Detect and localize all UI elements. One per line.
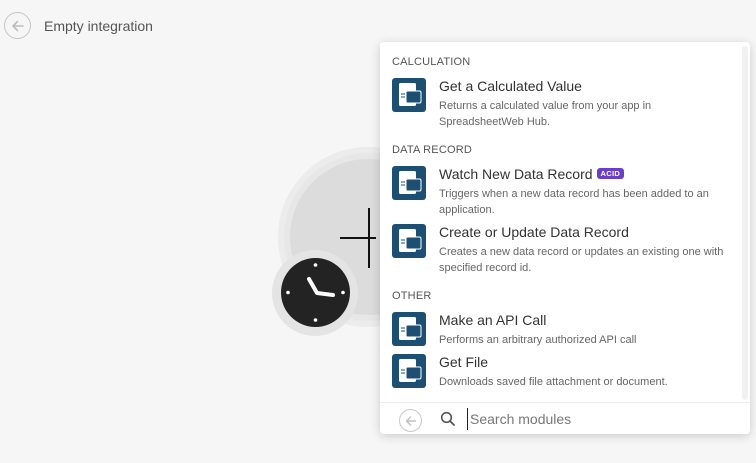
module-description: Downloads saved file attachment or docum… [439,376,668,388]
module-description: Creates a new data record or updates an … [439,246,724,274]
clock-icon [281,258,350,327]
module-title: Watch New Data Record ACID [439,166,625,182]
section-label-calculation: CALCULATION [392,56,471,68]
module-title: Create or Update Data Record [439,224,629,240]
schedule-trigger-button[interactable] [281,258,350,327]
section-label-data-record: DATA RECORD [392,144,473,156]
module-item-watch-new-data-record[interactable]: Watch New Data Record ACID Triggers when … [380,166,742,216]
acid-badge: ACID [596,168,625,179]
scrollbar[interactable] [742,46,748,400]
spreadsheetweb-icon [392,78,426,112]
search-icon [440,411,456,427]
back-button[interactable] [4,12,31,39]
search-modules-input[interactable] [467,408,737,430]
module-picker-panel: CALCULATION Get a Calculated Value Retur… [380,42,750,434]
module-description: Returns a calculated value from your app… [439,100,652,128]
module-item-get-file[interactable]: Get File Downloads saved file attachment… [380,354,742,390]
module-title: Get a Calculated Value [439,78,582,94]
module-description: Performs an arbitrary authorized API cal… [439,334,637,346]
module-item-create-or-update-data-record[interactable]: Create or Update Data Record Creates a n… [380,224,742,274]
spreadsheetweb-icon [392,354,426,388]
module-item-make-api-call[interactable]: Make an API Call Performs an arbitrary a… [380,312,742,348]
spreadsheetweb-icon [392,224,426,258]
spreadsheetweb-icon [392,312,426,346]
panel-back-button[interactable] [399,409,422,432]
section-label-other: OTHER [392,290,432,302]
arrow-left-icon [11,20,24,31]
plus-icon-bar [340,237,376,239]
module-item-get-calculated-value[interactable]: Get a Calculated Value Returns a calcula… [380,78,742,128]
module-title: Get File [439,354,489,370]
module-description: Triggers when a new data record has been… [439,188,709,216]
page-title: Empty integration [44,18,153,34]
arrow-left-icon [405,415,416,426]
module-title: Make an API Call [439,312,547,328]
panel-footer [380,402,750,434]
spreadsheetweb-icon [392,166,426,200]
